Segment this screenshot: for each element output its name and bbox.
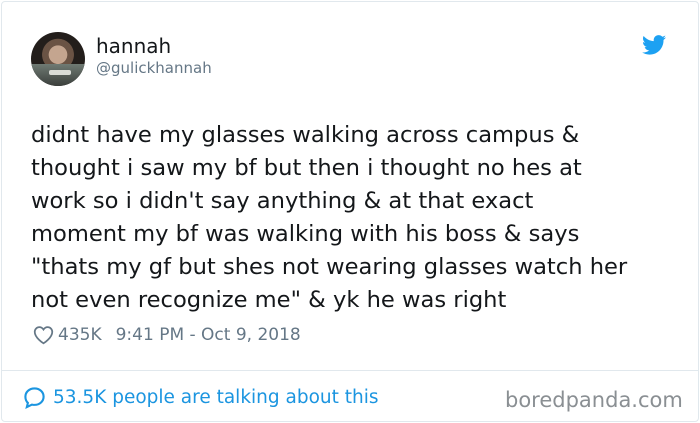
avatar[interactable]: [31, 32, 85, 86]
display-name[interactable]: hannah: [96, 34, 171, 58]
like-count[interactable]: 435K: [58, 325, 102, 345]
conversation-text[interactable]: 53.5K people are talking about this: [53, 387, 379, 408]
conversation-link[interactable]: 53.5K people are talking about this: [23, 386, 379, 409]
speech-bubble-icon: [24, 387, 45, 409]
heart-icon[interactable]: [33, 325, 54, 345]
timestamp[interactable]: 9:41 PM - Oct 9, 2018: [116, 325, 301, 345]
tweet-text: didnt have my glasses walking across cam…: [31, 122, 628, 313]
user-handle[interactable]: @gulickhannah: [96, 59, 212, 77]
watermark: boredpanda.com: [505, 388, 683, 412]
divider: [1, 370, 699, 371]
tweet-meta: 435K 9:41 PM - Oct 9, 2018: [33, 322, 301, 348]
twitter-bird-icon[interactable]: [642, 35, 666, 55]
avatar-shirt: [31, 64, 85, 86]
